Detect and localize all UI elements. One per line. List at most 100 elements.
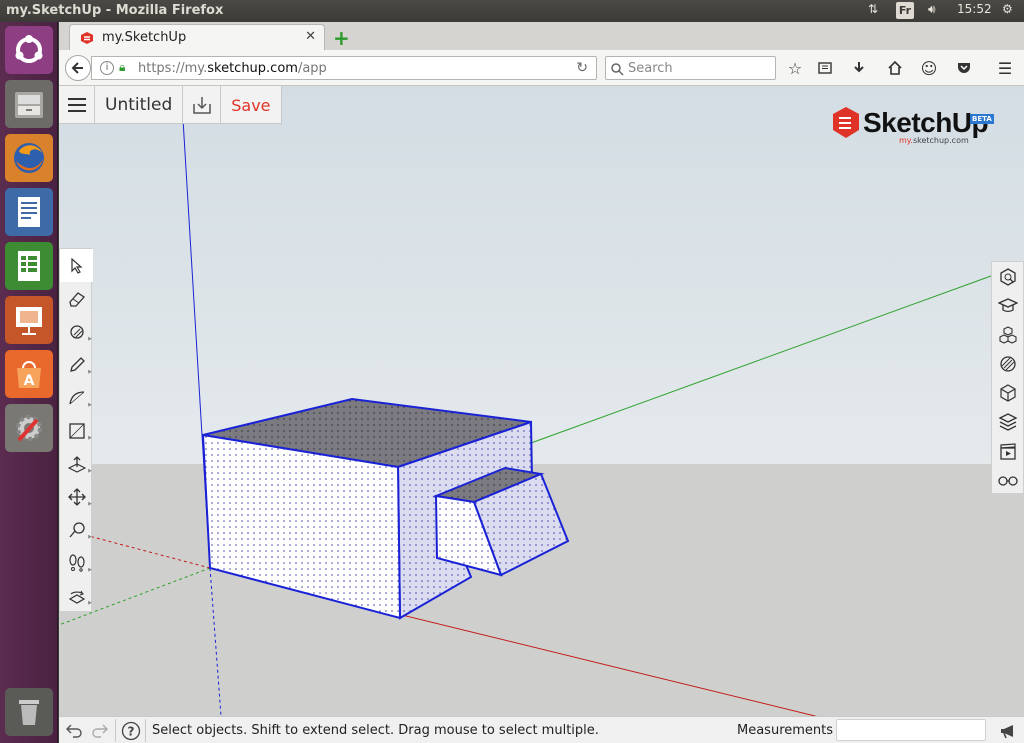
red-axis-negative [88,535,211,569]
clock[interactable]: 15:52 [957,2,992,16]
search-input[interactable]: Search [605,56,776,80]
move-icon [67,487,86,506]
save-button[interactable]: Save [221,86,280,124]
undo-button[interactable] [63,720,85,742]
left-toolbar: ▶ ▶ ▶ ▶ ▶ ▶ ▶ ▶ ▶ [59,248,93,612]
status-bar: ? Select objects. Shift to extend select… [59,716,1024,743]
back-button[interactable] [65,55,91,81]
3d-warehouse-button[interactable] [992,262,1024,291]
menu-icon[interactable]: ☰ [995,58,1015,78]
impress-icon[interactable] [5,296,53,344]
software-center-icon[interactable]: A [5,350,53,398]
pocket-icon[interactable] [954,58,974,78]
move-tool-button[interactable]: ▶ [60,480,93,513]
paint-bucket-tool-button[interactable]: ▶ [60,315,93,348]
footprints-icon [68,553,85,572]
url-text[interactable]: https://my.sketchup.com/app [138,61,327,76]
arrow-cursor-icon [70,257,83,274]
entity-info-icon [1000,383,1016,402]
measurements-input[interactable] [836,719,986,741]
browser-tab[interactable]: my.SketchUp ✕ [69,24,325,50]
close-tab-icon[interactable]: ✕ [305,29,316,44]
pencil-tool-button[interactable]: ▶ [60,348,93,381]
layers-button[interactable] [992,407,1024,436]
download-icon [193,97,211,114]
3d-warehouse-icon [1000,267,1016,286]
ubuntu-dash-icon[interactable] [5,26,53,74]
push-pull-tool-button[interactable]: ▶ [60,447,93,480]
glasses-icon [998,475,1018,486]
hamburger-icon [67,98,86,112]
redo-button[interactable] [89,720,111,742]
reload-icon[interactable]: ↻ [576,60,588,76]
help-button[interactable]: ? [120,720,142,742]
volume-icon[interactable]: 🔊︎ [928,2,936,17]
walk-tool-button[interactable]: ▶ [60,546,93,579]
paint-bucket-icon [69,324,84,339]
url-bar[interactable]: i 🔒︎ https://my.sketchup.com/app ↻ [91,56,597,80]
model-canvas[interactable] [59,86,1024,716]
browser-tab-bar: my.SketchUp ✕ + [59,22,1024,50]
svg-text:?: ? [128,725,135,739]
clapperboard-icon [1000,442,1016,460]
document-title[interactable]: Untitled [95,86,184,124]
measurements-label: Measurements [737,723,834,738]
system-settings-icon[interactable] [5,404,53,452]
megaphone-icon [1001,725,1013,739]
unity-launcher: A [0,22,58,743]
instructor-button[interactable] [992,291,1024,320]
download-button[interactable] [183,86,222,124]
select-tool-button[interactable] [60,249,93,282]
keyboard-layout-indicator[interactable]: Fr [896,2,914,19]
window-title: my.SketchUp - Mozilla Firefox [6,3,224,18]
help-icon: ? [121,721,141,741]
eraser-tool-button[interactable] [60,282,93,315]
rectangle-icon [68,422,85,439]
right-panel-toolbar [991,261,1024,494]
hello-icon[interactable]: ☺ [919,58,939,78]
browser-nav-bar: i 🔒︎ https://my.sketchup.com/app ↻ Searc… [59,50,1024,86]
materials-button[interactable] [992,349,1024,378]
firefox-icon[interactable] [5,134,53,182]
scenes-button[interactable] [992,436,1024,465]
bookmark-star-icon[interactable]: ☆ [785,58,805,78]
materials-icon [1000,355,1016,372]
new-tab-icon[interactable]: + [333,26,350,50]
lock-icon[interactable]: 🔒︎ [119,60,125,75]
info-icon[interactable]: i [100,61,114,75]
network-icon[interactable]: ⇅ [868,2,878,16]
session-gear-icon[interactable]: ⚙ [1002,2,1013,16]
tab-title: my.SketchUp [102,30,187,45]
orbit-tool-button[interactable]: ▶ [60,579,93,612]
reading-list-icon[interactable] [815,58,835,78]
green-axis [530,263,1024,444]
blue-axis-negative [209,567,222,716]
main-menu-button[interactable] [59,86,95,124]
styles-button[interactable] [992,465,1024,494]
components-icon [999,325,1017,344]
feedback-button[interactable] [997,720,1019,742]
downloads-icon[interactable] [849,58,869,78]
back-arrow-icon [71,62,83,74]
search-placeholder: Search [628,61,673,76]
components-button[interactable] [992,320,1024,349]
redo-icon [92,724,108,738]
files-icon[interactable] [5,80,53,128]
tape-measure-tool-button[interactable]: ▶ [60,513,93,546]
rectangle-tool-button[interactable]: ▶ [60,414,93,447]
entity-info-button[interactable] [992,378,1024,407]
box-front-face[interactable] [201,433,402,620]
writer-icon[interactable] [5,188,53,236]
file-menu-bar: Untitled Save [59,86,282,124]
undo-icon [66,724,82,738]
arc-tool-button[interactable]: ▶ [60,381,93,414]
tape-measure-icon [69,521,85,537]
trash-icon[interactable] [5,688,53,736]
layers-icon [998,412,1018,431]
home-icon[interactable] [885,58,905,78]
sketchup-viewport[interactable]: Untitled Save SketchUp BETA my.sketchup.… [59,86,1024,716]
calc-icon[interactable] [5,242,53,290]
status-hint: Select objects. Shift to extend select. … [152,723,599,738]
push-pull-icon [67,455,86,473]
eraser-icon [68,291,85,307]
